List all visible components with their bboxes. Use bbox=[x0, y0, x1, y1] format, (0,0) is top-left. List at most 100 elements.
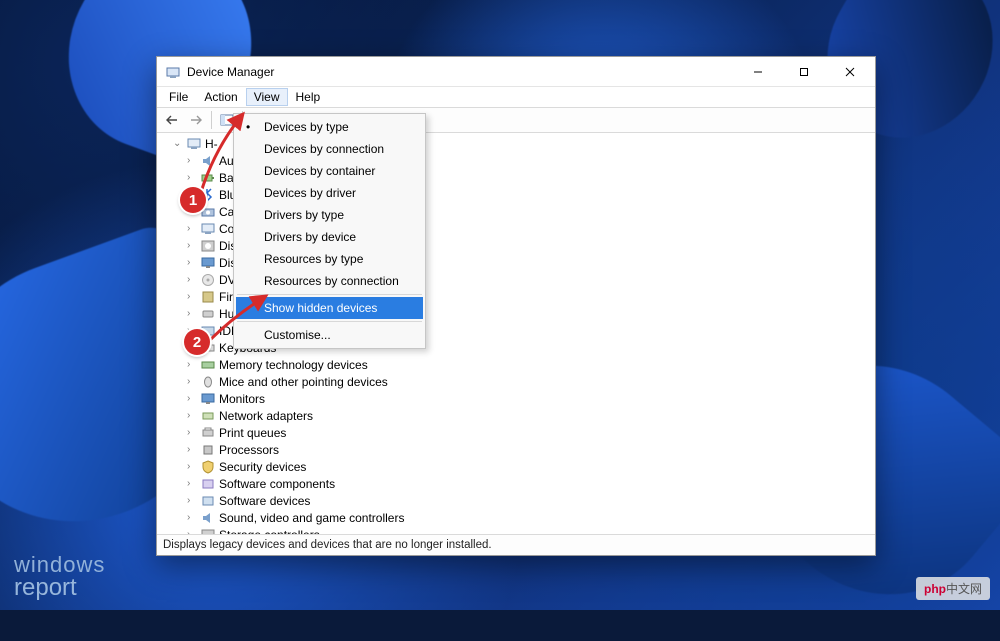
menu-file[interactable]: File bbox=[161, 88, 196, 106]
security-icon bbox=[199, 459, 217, 475]
view-menu-item-drivers-by-type[interactable]: Drivers by type bbox=[236, 204, 423, 226]
dvd-icon bbox=[199, 272, 217, 288]
tree-item-label: Software devices bbox=[219, 494, 310, 508]
expand-icon[interactable]: › bbox=[187, 393, 199, 404]
tree-item-label: Storage controllers bbox=[219, 528, 320, 535]
sound-icon bbox=[199, 510, 217, 526]
collapse-icon[interactable]: ⌄ bbox=[173, 138, 185, 149]
computer-icon bbox=[185, 136, 203, 152]
expand-icon[interactable]: › bbox=[187, 223, 199, 234]
expand-icon[interactable]: › bbox=[187, 495, 199, 506]
bullet-icon: • bbox=[246, 120, 250, 134]
menu-separator bbox=[237, 294, 422, 295]
expand-icon[interactable]: › bbox=[187, 529, 199, 534]
expand-icon[interactable]: › bbox=[187, 291, 199, 302]
expand-icon[interactable]: › bbox=[187, 172, 199, 183]
tree-item-mouse[interactable]: › Mice and other pointing devices bbox=[163, 373, 875, 390]
tree-item-label: Security devices bbox=[219, 460, 306, 474]
minimize-button[interactable] bbox=[735, 57, 781, 87]
tree-root-label: H- bbox=[205, 137, 218, 151]
monitor-icon bbox=[199, 391, 217, 407]
watermark-windowsreport: windows report bbox=[14, 554, 105, 600]
tree-item-label: Processors bbox=[219, 443, 279, 457]
menu-item-label: Resources by type bbox=[264, 252, 363, 266]
menu-item-label: Resources by connection bbox=[264, 274, 399, 288]
annotation-badge-1: 1 bbox=[180, 187, 206, 213]
expand-icon[interactable]: › bbox=[187, 512, 199, 523]
expand-icon[interactable]: › bbox=[187, 461, 199, 472]
tree-item-sound[interactable]: › Sound, video and game controllers bbox=[163, 509, 875, 526]
tree-item-monitor[interactable]: ›Monitors bbox=[163, 390, 875, 407]
view-menu-item-resources-by-type[interactable]: Resources by type bbox=[236, 248, 423, 270]
processor-icon bbox=[199, 442, 217, 458]
menu-item-label: Devices by connection bbox=[264, 142, 384, 156]
tree-item-memory[interactable]: › Memory technology devices bbox=[163, 356, 875, 373]
tree-item-label: Memory technology devices bbox=[219, 358, 368, 372]
network-icon bbox=[199, 408, 217, 424]
expand-icon[interactable]: › bbox=[187, 274, 199, 285]
view-menu-item-customise[interactable]: Customise... bbox=[236, 324, 423, 346]
expand-icon[interactable]: › bbox=[187, 376, 199, 387]
hid-icon bbox=[199, 306, 217, 322]
tree-item-swdev[interactable]: › Software devices bbox=[163, 492, 875, 509]
titlebar[interactable]: Device Manager bbox=[157, 57, 875, 87]
toolbar-separator bbox=[211, 111, 212, 129]
view-menu-item-show-hidden-devices[interactable]: Show hidden devices bbox=[236, 297, 423, 319]
expand-icon[interactable]: › bbox=[187, 257, 199, 268]
view-menu-item-devices-by-connection[interactable]: Devices by connection bbox=[236, 138, 423, 160]
expand-icon[interactable]: › bbox=[187, 478, 199, 489]
mouse-icon bbox=[199, 374, 217, 390]
swcomp-icon bbox=[199, 476, 217, 492]
tree-item-security[interactable]: › Security devices bbox=[163, 458, 875, 475]
view-menu-item-devices-by-container[interactable]: Devices by container bbox=[236, 160, 423, 182]
annotation-badge-2: 2 bbox=[184, 329, 210, 355]
forward-button[interactable] bbox=[185, 109, 207, 131]
tree-item-label: Network adapters bbox=[219, 409, 313, 423]
expand-icon[interactable]: › bbox=[187, 410, 199, 421]
menu-view[interactable]: View bbox=[246, 88, 288, 106]
view-menu-item-drivers-by-device[interactable]: Drivers by device bbox=[236, 226, 423, 248]
tree-item-label: Print queues bbox=[219, 426, 286, 440]
expand-icon[interactable]: › bbox=[187, 155, 199, 166]
expand-icon[interactable]: › bbox=[187, 240, 199, 251]
menu-item-label: Devices by type bbox=[264, 120, 349, 134]
close-button[interactable] bbox=[827, 57, 873, 87]
tree-item-network[interactable]: › Network adapters bbox=[163, 407, 875, 424]
computer-icon bbox=[199, 221, 217, 237]
view-menu-item-devices-by-type[interactable]: • Devices by type bbox=[236, 116, 423, 138]
display-icon bbox=[199, 255, 217, 271]
tree-item-label: Mice and other pointing devices bbox=[219, 375, 388, 389]
menu-item-label: Drivers by type bbox=[264, 208, 344, 222]
view-menu-item-resources-by-connection[interactable]: Resources by connection bbox=[236, 270, 423, 292]
storage-icon bbox=[199, 527, 217, 535]
disk-icon bbox=[199, 238, 217, 254]
tree-item-printqueue[interactable]: › Print queues bbox=[163, 424, 875, 441]
menu-action[interactable]: Action bbox=[196, 88, 245, 106]
menu-item-label: Devices by container bbox=[264, 164, 375, 178]
statusbar: Displays legacy devices and devices that… bbox=[157, 535, 875, 555]
menu-item-label: Show hidden devices bbox=[264, 301, 377, 315]
menu-item-label: Customise... bbox=[264, 328, 331, 342]
swdev-icon bbox=[199, 493, 217, 509]
firmware-icon bbox=[199, 289, 217, 305]
battery-icon bbox=[199, 170, 217, 186]
audio-icon bbox=[199, 153, 217, 169]
statusbar-text: Displays legacy devices and devices that… bbox=[163, 539, 492, 551]
expand-icon[interactable]: › bbox=[187, 427, 199, 438]
tree-item-label: Sound, video and game controllers bbox=[219, 511, 404, 525]
view-menu-item-devices-by-driver[interactable]: Devices by driver bbox=[236, 182, 423, 204]
tree-item-processor[interactable]: › Processors bbox=[163, 441, 875, 458]
back-button[interactable] bbox=[161, 109, 183, 131]
app-icon bbox=[165, 64, 181, 80]
menubar: FileActionViewHelp bbox=[157, 87, 875, 107]
menu-item-label: Drivers by device bbox=[264, 230, 356, 244]
menu-item-label: Devices by driver bbox=[264, 186, 356, 200]
menu-separator bbox=[237, 321, 422, 322]
expand-icon[interactable]: › bbox=[187, 444, 199, 455]
expand-icon[interactable]: › bbox=[187, 359, 199, 370]
tree-item-storage[interactable]: › Storage controllers bbox=[163, 526, 875, 534]
maximize-button[interactable] bbox=[781, 57, 827, 87]
tree-item-swcomp[interactable]: ›Software components bbox=[163, 475, 875, 492]
expand-icon[interactable]: › bbox=[187, 308, 199, 319]
menu-help[interactable]: Help bbox=[288, 88, 329, 106]
